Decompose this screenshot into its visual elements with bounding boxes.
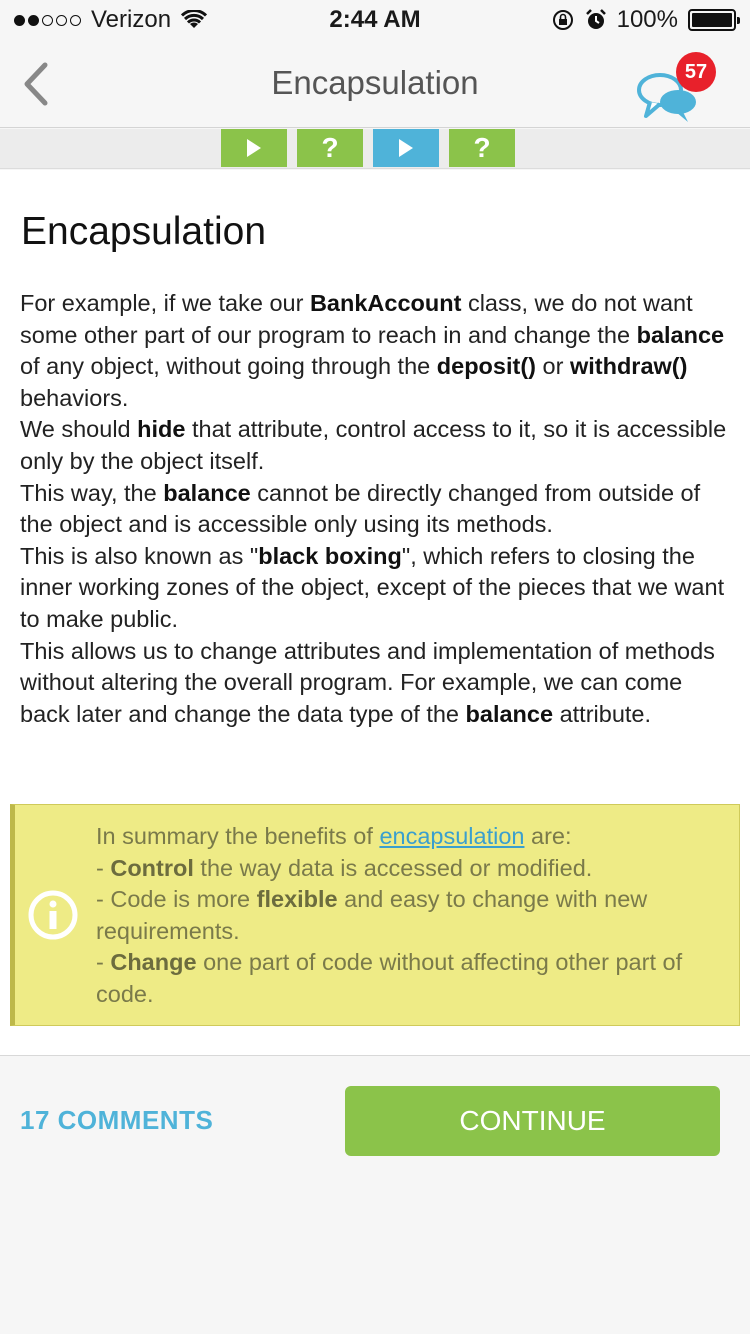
summary-item: - Control the way data is accessed or mo… (96, 854, 593, 881)
battery-percent: 100% (616, 6, 678, 33)
step-quiz-1[interactable]: ? (297, 129, 363, 167)
paragraph-2: We should hide that attribute, control a… (20, 416, 727, 474)
info-icon (28, 890, 78, 940)
notification-badge: 57 (676, 52, 716, 92)
status-bar: Verizon 2:44 AM 100% (0, 0, 750, 40)
lesson-body: For example, if we take our BankAccount … (20, 288, 736, 730)
discussion-button[interactable]: 57 (636, 50, 716, 122)
status-right: 100% (551, 6, 740, 34)
summary-item: - Code is more flexible and easy to chan… (96, 886, 648, 944)
step-lesson-2-current[interactable] (373, 129, 439, 167)
summary-intro: In summary the benefits of encapsulation… (96, 823, 572, 849)
orientation-lock-icon (552, 10, 573, 30)
paragraph-5: This allows us to change attributes and … (20, 637, 715, 727)
battery-icon (688, 9, 740, 31)
step-lesson-1[interactable] (221, 129, 287, 167)
quiz-label: ? (321, 132, 339, 163)
quiz-label: ? (473, 132, 491, 163)
lesson-title: Encapsulation (21, 210, 267, 253)
continue-button[interactable]: CONTINUE (345, 1086, 720, 1156)
encapsulation-link[interactable]: encapsulation (379, 823, 524, 849)
lesson-progress-strip: ? ? (0, 129, 750, 169)
lesson-footer: 17 COMMENTS CONTINUE (0, 1057, 750, 1334)
play-icon (399, 139, 413, 157)
step-quiz-2[interactable]: ? (449, 129, 515, 167)
paragraph-4: This is also known as "black boxing", wh… (20, 542, 725, 632)
comments-link[interactable]: 17 COMMENTS (20, 1105, 213, 1136)
lesson-content: Encapsulation For example, if we take ou… (0, 170, 750, 1056)
paragraph-3: This way, the balance cannot be directly… (20, 479, 701, 538)
summary-item: - Change one part of code without affect… (96, 949, 683, 1007)
lesson-steps: ? ? (221, 129, 515, 167)
play-icon (247, 139, 261, 157)
summary-text: In summary the benefits of encapsulation… (96, 821, 726, 1011)
alarm-icon (585, 9, 606, 29)
summary-callout: In summary the benefits of encapsulation… (10, 804, 740, 1026)
navigation-bar: Encapsulation 57 (0, 40, 750, 128)
paragraph-1: For example, if we take our BankAccount … (20, 290, 725, 411)
